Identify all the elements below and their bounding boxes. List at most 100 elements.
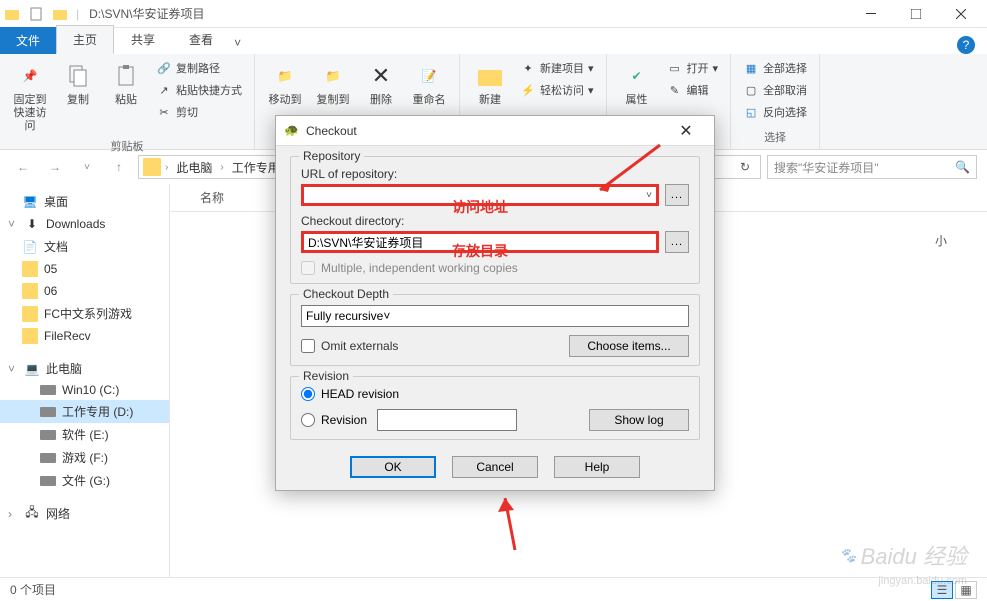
rename-button[interactable]: 📝重命名 xyxy=(407,58,451,109)
window-titlebar: | D:\SVN\华安证券项目 xyxy=(0,0,987,28)
tree-drive-c[interactable]: Win10 (C:) xyxy=(0,380,169,400)
tortoise-icon: 🐢 xyxy=(284,123,300,139)
watermark-url: jingyan.baidu.com xyxy=(878,575,967,587)
select-group-label: 选择 xyxy=(739,127,811,145)
selectall-button[interactable]: ▦全部选择 xyxy=(739,58,811,78)
ok-button[interactable]: OK xyxy=(350,456,436,478)
url-label: URL of repository: xyxy=(301,167,689,181)
folder-icon xyxy=(22,306,38,322)
window-path: D:\SVN\华安证券项目 xyxy=(89,5,204,22)
forward-button[interactable]: → xyxy=(42,154,68,180)
revision-input[interactable] xyxy=(377,409,517,431)
tab-home[interactable]: 主页 xyxy=(56,25,114,54)
edit-icon: ✎ xyxy=(667,82,683,98)
close-button[interactable] xyxy=(938,0,983,28)
properties-button[interactable]: ✔属性 xyxy=(615,58,659,109)
tree-network[interactable]: ›🖧网络 xyxy=(0,502,169,525)
folder-icon xyxy=(22,283,38,299)
ribbon-tabs: 文件 主页 共享 查看 ˅ ? xyxy=(0,28,987,54)
newfolder-icon xyxy=(474,60,506,92)
copy-button[interactable]: 复制 xyxy=(56,58,100,109)
dir-label: Checkout directory: xyxy=(301,214,689,228)
url-input[interactable]: ˅ xyxy=(301,184,659,206)
tab-view[interactable]: 查看 xyxy=(172,25,230,54)
tree-drive-g[interactable]: 文件 (G:) xyxy=(0,469,169,492)
invertsel-button[interactable]: ◱反向选择 xyxy=(739,102,811,122)
link-icon: 🔗 xyxy=(156,60,172,76)
help-icon[interactable]: ? xyxy=(957,36,975,54)
pasteshortcut-button[interactable]: ↗粘贴快捷方式 xyxy=(152,80,246,100)
head-revision-radio[interactable]: HEAD revision xyxy=(301,387,689,401)
tree-folder-05[interactable]: 05 xyxy=(0,258,169,280)
chevron-down-icon: ˅ xyxy=(383,309,390,323)
help-button[interactable]: Help xyxy=(554,456,640,478)
clipboard-group-label: 剪贴板 xyxy=(8,136,246,154)
folder-icon xyxy=(22,261,38,277)
qat-folder-icon[interactable] xyxy=(52,6,68,22)
search-input[interactable]: 搜索"华安证券项目" 🔍 xyxy=(767,155,977,179)
easyaccess-icon: ⚡ xyxy=(520,82,536,98)
recent-button[interactable]: ˅ xyxy=(74,154,100,180)
refresh-button[interactable]: ↻ xyxy=(734,160,756,174)
modify-time-suffix: 小 xyxy=(935,232,947,249)
dialog-titlebar: 🐢 Checkout ✕ xyxy=(276,116,714,146)
pin-icon: 📌 xyxy=(14,60,46,92)
folder-icon xyxy=(143,158,161,176)
easyaccess-button[interactable]: ⚡轻松访问 ▾ xyxy=(516,80,598,100)
checkmark-icon: ✔ xyxy=(621,60,653,92)
maximize-button[interactable] xyxy=(893,0,938,28)
omit-externals-checkbox[interactable]: Omit externals xyxy=(301,339,398,353)
repository-group: Repository URL of repository: ˅ ... Chec… xyxy=(290,156,700,284)
up-button[interactable]: ↑ xyxy=(106,154,132,180)
desktop-icon: 🖥 xyxy=(22,194,38,210)
multiple-checkbox[interactable]: Multiple, independent working copies xyxy=(301,261,689,275)
doc-icon: 📄 xyxy=(22,239,38,255)
choose-items-button[interactable]: Choose items... xyxy=(569,335,689,357)
tree-drive-d[interactable]: 工作专用 (D:) xyxy=(0,400,169,423)
cancel-button[interactable]: Cancel xyxy=(452,456,538,478)
paste-button[interactable]: 粘贴 xyxy=(104,58,148,109)
tree-desktop[interactable]: 🖥桌面 xyxy=(0,190,169,213)
newitem-button[interactable]: ✦新建项目 ▾ xyxy=(516,58,598,78)
status-bar: 0 个项目 ☰ ▦ xyxy=(0,577,987,601)
directory-input[interactable]: D:\SVN\华安证券项目 xyxy=(301,231,659,253)
copyto-button[interactable]: 📁复制到 xyxy=(311,58,355,109)
tree-documents[interactable]: 📄文档 xyxy=(0,235,169,258)
pc-icon: 💻 xyxy=(24,361,40,377)
cut-button[interactable]: ✂剪切 xyxy=(152,102,246,122)
revision-radio[interactable]: Revision xyxy=(301,413,367,427)
showlog-button[interactable]: Show log xyxy=(589,409,689,431)
tree-folder-06[interactable]: 06 xyxy=(0,280,169,302)
tree-folder-fc[interactable]: FC中文系列游戏 xyxy=(0,302,169,325)
edit-button[interactable]: ✎编辑 xyxy=(663,80,723,100)
scissors-icon: ✂ xyxy=(156,104,172,120)
dialog-close-button[interactable]: ✕ xyxy=(666,117,706,145)
copyto-icon: 📁 xyxy=(317,60,349,92)
selectnone-button[interactable]: ▢全部取消 xyxy=(739,80,811,100)
tab-share[interactable]: 共享 xyxy=(114,25,172,54)
moveto-button[interactable]: 📁移动到 xyxy=(263,58,307,109)
tree-drive-f[interactable]: 游戏 (F:) xyxy=(0,446,169,469)
properties-icon[interactable] xyxy=(28,6,44,22)
tree-downloads[interactable]: ˅⬇Downloads xyxy=(0,213,169,235)
folder-icon xyxy=(22,328,38,344)
open-button[interactable]: ▭打开 ▾ xyxy=(663,58,723,78)
drive-icon xyxy=(40,453,56,463)
breadcrumb-thispc[interactable]: 此电脑 xyxy=(172,159,216,176)
delete-button[interactable]: ✕删除 xyxy=(359,58,403,109)
depth-select[interactable]: Fully recursive˅ xyxy=(301,305,689,327)
newfolder-button[interactable]: 新建 xyxy=(468,58,512,109)
tree-drive-e[interactable]: 软件 (E:) xyxy=(0,423,169,446)
minimize-button[interactable] xyxy=(848,0,893,28)
ribbon-expand-icon[interactable]: ˅ xyxy=(230,32,245,54)
back-button[interactable]: ← xyxy=(10,154,36,180)
tab-file[interactable]: 文件 xyxy=(0,27,56,54)
url-browse-button[interactable]: ... xyxy=(665,184,689,206)
tree-thispc[interactable]: ˅💻此电脑 xyxy=(0,357,169,380)
dir-browse-button[interactable]: ... xyxy=(665,231,689,253)
tree-folder-filerecv[interactable]: FileRecv xyxy=(0,325,169,347)
pin-button[interactable]: 📌 固定到快速访问 xyxy=(8,58,52,136)
downloads-icon: ⬇ xyxy=(24,216,40,232)
copypath-button[interactable]: 🔗复制路径 xyxy=(152,58,246,78)
watermark: 🐾Baidu 经验 xyxy=(839,539,967,571)
